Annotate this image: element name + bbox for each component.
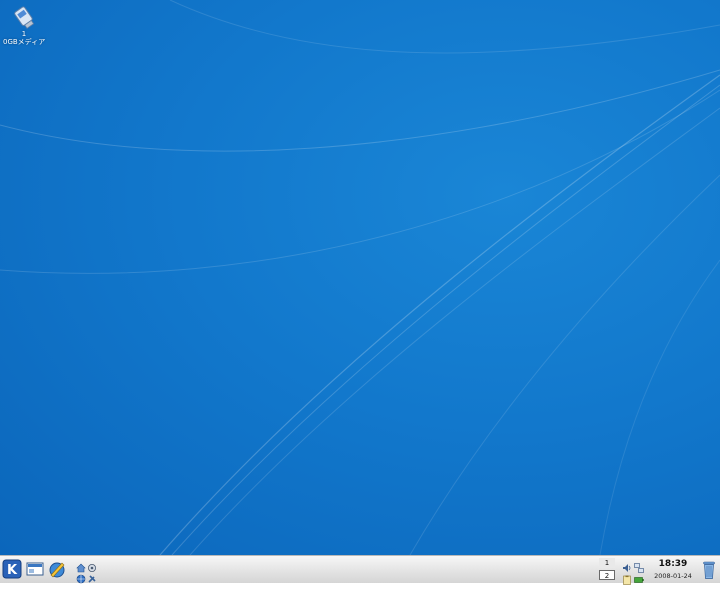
konqueror-button[interactable] <box>47 559 67 579</box>
tools-icon[interactable] <box>87 569 97 583</box>
system-settings-icon[interactable] <box>87 558 97 572</box>
kmenu-button[interactable]: K <box>2 559 22 579</box>
pager-desktop-1[interactable]: 1 <box>599 558 615 568</box>
volume-icon[interactable] <box>622 558 632 572</box>
wallpaper-curve <box>189 107 720 555</box>
desktop-icon-label-line1: 1 <box>21 30 27 38</box>
clock[interactable]: 18:39 2008-01-24 <box>650 557 696 581</box>
web-browser-icon[interactable] <box>76 569 86 584</box>
wallpaper-curve <box>0 89 720 274</box>
trash-button[interactable] <box>702 560 716 580</box>
pager: 1 2 <box>599 558 617 582</box>
wallpaper-curve <box>159 74 720 555</box>
wallpaper-swooshes <box>0 0 720 555</box>
desktop-icon-removable-drive[interactable]: 1 0GBメディア <box>3 4 45 46</box>
clipboard-icon[interactable] <box>622 570 632 585</box>
show-desktop-icon <box>26 562 44 576</box>
desktop-icon-label-line2: 0GBメディア <box>3 38 46 46</box>
wallpaper-curve <box>599 259 720 555</box>
svg-text:K: K <box>7 563 18 578</box>
clock-date: 2008-01-24 <box>654 572 692 580</box>
konqueror-icon <box>49 562 65 578</box>
desktop[interactable]: 1 0GBメディア <box>0 0 720 555</box>
show-desktop-button[interactable] <box>25 559 45 579</box>
battery-icon[interactable] <box>634 570 644 583</box>
pager-desktop-2[interactable]: 2 <box>599 570 615 580</box>
network-icon[interactable] <box>634 558 644 573</box>
wallpaper-curve <box>171 84 720 555</box>
trash-icon <box>703 561 715 579</box>
wallpaper-curve <box>169 0 720 54</box>
wallpaper-curve <box>0 69 720 152</box>
clock-time: 18:39 <box>658 559 688 569</box>
home-folder-icon[interactable] <box>76 558 86 573</box>
usb-drive-icon <box>14 6 35 29</box>
kde-k-icon: K <box>2 559 22 579</box>
taskbar: K 1 2 18:39 2008-01-24 <box>0 555 720 585</box>
wallpaper-curve <box>409 174 720 555</box>
